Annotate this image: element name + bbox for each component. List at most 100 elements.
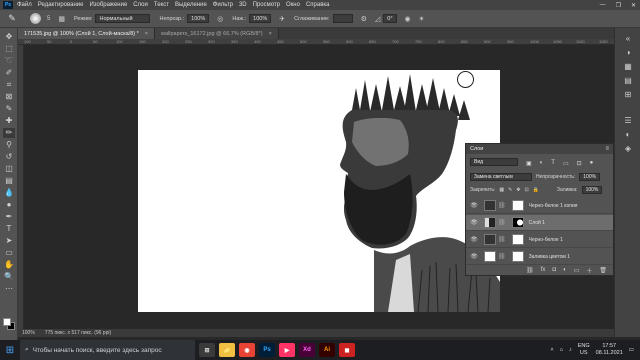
clock[interactable]: 17:57 08.11.2021: [596, 343, 623, 357]
maximize-button[interactable]: ❐: [616, 2, 621, 9]
symmetry-icon[interactable]: ✶: [419, 15, 425, 23]
layers-panel-icon[interactable]: ◈: [622, 144, 634, 154]
pressure-opacity-icon[interactable]: ◎: [217, 15, 223, 23]
taskbar-app-button[interactable]: Ai: [319, 343, 335, 357]
pixel-filter-icon[interactable]: ▣: [526, 160, 532, 167]
smoothing-options-gear-icon[interactable]: ⚙: [361, 15, 367, 23]
edit-toolbar-icon[interactable]: ⋯: [3, 284, 15, 294]
menu-help[interactable]: Справка: [306, 2, 330, 8]
network-icon[interactable]: ⌂: [560, 347, 563, 353]
blend-mode-select[interactable]: Замена светлым: [470, 173, 532, 181]
layer-mask-thumbnail[interactable]: [511, 251, 524, 262]
healing-brush-tool-icon[interactable]: ✚: [3, 116, 15, 126]
hand-tool-icon[interactable]: ✋: [3, 260, 15, 270]
zoom-tool-icon[interactable]: 🔍: [3, 272, 15, 282]
taskbar-app-button[interactable]: 📁: [219, 343, 235, 357]
type-tool-icon[interactable]: T: [3, 224, 15, 234]
filter-toggle-icon[interactable]: ●: [590, 160, 594, 167]
volume-icon[interactable]: ♪: [569, 347, 572, 353]
marquee-tool-icon[interactable]: ⬚: [3, 44, 15, 54]
layer-mask-thumbnail[interactable]: [511, 234, 524, 245]
minimize-button[interactable]: —: [600, 2, 606, 8]
airbrush-icon[interactable]: ✈: [279, 15, 285, 23]
tray-arrow-icon[interactable]: ˄: [550, 347, 553, 353]
tab-document-1[interactable]: 171535.jpg @ 100% (Слой 1, Слой-маска/8)…: [18, 28, 155, 39]
document-info[interactable]: 775 пикс. x 517 пикс. (96 ppi): [45, 330, 111, 336]
lock-artboard-icon[interactable]: ⊡: [524, 187, 528, 193]
eyedropper-tool-icon[interactable]: ✎: [3, 104, 15, 114]
menu-edit[interactable]: Редактирование: [38, 2, 84, 8]
layer-mask-thumbnail[interactable]: [511, 217, 524, 228]
layer-filter-select[interactable]: Вид: [470, 158, 518, 166]
taskbar-app-button[interactable]: ◼: [339, 343, 355, 357]
panel-menu-icon[interactable]: ≡: [605, 146, 609, 152]
notifications-icon[interactable]: ▭: [629, 347, 634, 353]
frame-tool-icon[interactable]: ⊠: [3, 92, 15, 102]
eraser-tool-icon[interactable]: ◫: [3, 164, 15, 174]
layer-row[interactable]: 👁 ⛓ Заливка цветом 1: [466, 249, 613, 265]
properties-panel-icon[interactable]: ☰: [622, 116, 634, 126]
menu-view[interactable]: Просмотр: [253, 2, 280, 8]
language-indicator[interactable]: ENG US: [578, 343, 590, 357]
delete-layer-icon[interactable]: 🗑: [599, 267, 607, 274]
visibility-eye-icon[interactable]: 👁: [468, 253, 480, 260]
history-brush-tool-icon[interactable]: ↺: [3, 152, 15, 162]
pressure-input[interactable]: 100%: [249, 14, 272, 23]
menu-select[interactable]: Выделение: [175, 2, 207, 8]
layer-row[interactable]: 👁 ⛓ Черно-белое 1 копия: [466, 198, 613, 214]
dodge-tool-icon[interactable]: ●: [3, 200, 15, 210]
smoothing-input[interactable]: [332, 14, 353, 23]
gradient-tool-icon[interactable]: ▤: [3, 176, 15, 186]
type-filter-icon[interactable]: T: [551, 160, 555, 167]
brush-preview-icon[interactable]: [30, 13, 41, 24]
menu-window[interactable]: Окно: [286, 2, 300, 8]
lock-position-icon[interactable]: ✥: [516, 187, 520, 193]
menu-filter[interactable]: Фильтр: [213, 2, 233, 8]
tab-document-2[interactable]: wallpapers_16172.jpg @ 66,7% (RGB/8*) ×: [155, 28, 279, 39]
color-panel-icon[interactable]: ◑: [622, 48, 634, 58]
taskbar-app-button[interactable]: ▶: [279, 343, 295, 357]
lock-all-icon[interactable]: 🔒: [533, 187, 539, 193]
menu-file[interactable]: Файл: [17, 2, 32, 8]
adjustments-panel-icon[interactable]: ◐: [622, 130, 634, 140]
patterns-panel-icon[interactable]: ⊞: [622, 90, 634, 100]
fill-input[interactable]: 100%: [581, 186, 603, 194]
windows-start-icon[interactable]: ⊞: [0, 340, 20, 360]
adjustment-filter-icon[interactable]: ◐: [540, 160, 544, 167]
quick-select-tool-icon[interactable]: ✐: [3, 68, 15, 78]
layer-mask-thumbnail[interactable]: [511, 200, 524, 211]
shape-filter-icon[interactable]: ▭: [563, 160, 569, 167]
smart-object-filter-icon[interactable]: ⊡: [577, 160, 582, 167]
foreground-color-swatch[interactable]: [3, 318, 11, 326]
crop-tool-icon[interactable]: ⌗: [3, 80, 15, 90]
tab-close-icon[interactable]: ×: [145, 31, 148, 37]
mode-select[interactable]: Нормальный: [95, 14, 151, 23]
zoom-level[interactable]: 100%: [22, 330, 35, 336]
angle-input[interactable]: 0°: [383, 14, 397, 23]
taskbar-app-button[interactable]: ◉: [239, 343, 255, 357]
collapse-panels-icon[interactable]: «: [622, 34, 634, 44]
rectangle-tool-icon[interactable]: ▭: [3, 248, 15, 258]
menu-3d[interactable]: 3D: [239, 2, 247, 8]
brush-tool-preset-icon[interactable]: ✎: [4, 13, 20, 25]
clone-stamp-tool-icon[interactable]: ⚲: [3, 140, 15, 150]
gradient-panel-icon[interactable]: ▤: [622, 76, 634, 86]
add-mask-icon[interactable]: ◘: [552, 267, 556, 273]
new-adjustment-layer-icon[interactable]: ◐: [563, 267, 567, 273]
taskbar-app-button[interactable]: Ps: [259, 343, 275, 357]
layer-style-icon[interactable]: fx: [541, 267, 546, 273]
menu-layers[interactable]: Слои: [133, 2, 148, 8]
pressure-size-icon[interactable]: ◉: [405, 15, 411, 23]
tab-close-icon[interactable]: ×: [269, 31, 272, 37]
path-selection-tool-icon[interactable]: ➤: [3, 236, 15, 246]
layers-panel-title[interactable]: Слои: [470, 146, 483, 152]
brush-tool-icon[interactable]: ✏: [3, 128, 15, 138]
new-group-icon[interactable]: ▭: [574, 267, 580, 274]
visibility-eye-icon[interactable]: 👁: [468, 202, 480, 209]
blur-tool-icon[interactable]: 💧: [3, 188, 15, 198]
move-tool-icon[interactable]: ✥: [3, 32, 15, 42]
layer-row[interactable]: 👁 ⛓ Черно-белое 1: [466, 232, 613, 248]
layer-row-selected[interactable]: 👁 ⛓ Слой 1: [466, 215, 613, 231]
pen-tool-icon[interactable]: ✒: [3, 212, 15, 222]
lock-pixels-icon[interactable]: ▦: [499, 187, 504, 193]
